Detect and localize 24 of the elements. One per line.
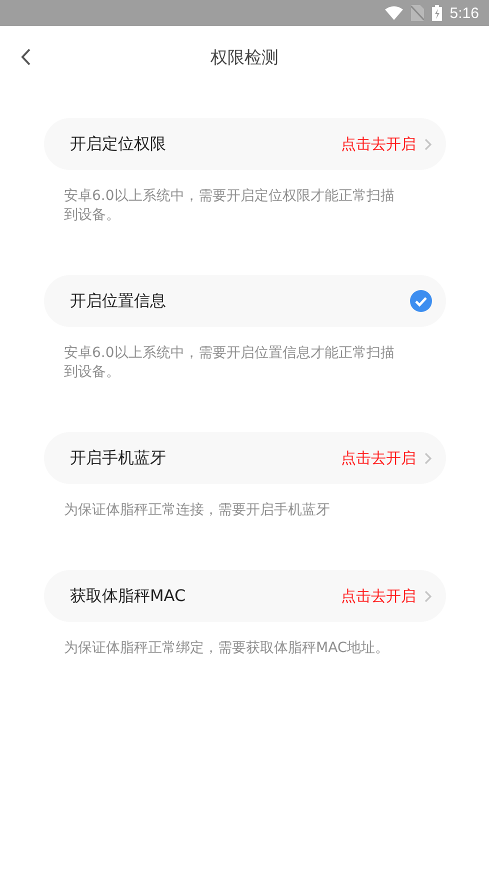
enable-link[interactable]: 点击去开启 xyxy=(341,134,416,154)
enable-link[interactable]: 点击去开启 xyxy=(341,448,416,468)
permission-label: 开启位置信息 xyxy=(70,290,167,312)
permission-row[interactable]: 获取体脂秤MAC 点击去开启 xyxy=(44,570,446,622)
status-time: 5:16 xyxy=(450,4,479,22)
chevron-right-icon xyxy=(424,590,432,602)
enable-link[interactable]: 点击去开启 xyxy=(341,586,416,606)
permission-row[interactable]: 开启定位权限 点击去开启 xyxy=(44,118,446,170)
permission-row[interactable]: 开启位置信息 xyxy=(44,275,446,327)
no-sim-icon xyxy=(410,5,424,21)
wifi-icon xyxy=(384,6,403,20)
permission-row[interactable]: 开启手机蓝牙 点击去开启 xyxy=(44,432,446,484)
permission-description: 为保证体脂秤正常连接，需要开启手机蓝牙 xyxy=(64,501,331,520)
permission-description: 安卓6.0以上系统中，需要开启定位权限才能正常扫描到设备。 xyxy=(64,187,396,225)
permission-label: 开启手机蓝牙 xyxy=(70,448,167,468)
permission-label: 获取体脂秤MAC xyxy=(70,586,187,606)
page-title: 权限检测 xyxy=(210,46,278,68)
permission-description: 为保证体脂秤正常绑定，需要获取体脂秤MAC地址。 xyxy=(64,639,390,658)
permission-label: 开启定位权限 xyxy=(70,134,167,154)
chevron-right-icon xyxy=(424,452,432,464)
battery-icon xyxy=(432,5,442,21)
chevron-right-icon xyxy=(424,138,432,150)
back-icon[interactable] xyxy=(21,48,31,66)
permission-description: 安卓6.0以上系统中，需要开启位置信息才能正常扫描到设备。 xyxy=(64,344,396,382)
